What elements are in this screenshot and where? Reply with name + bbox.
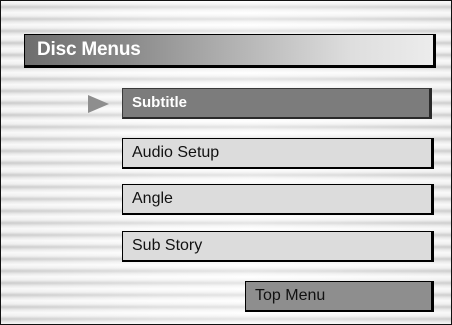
disc-menu-screen: Disc Menus Subtitle Audio Setup Angle Su… (0, 0, 452, 325)
audio-setup-button[interactable]: Audio Setup (122, 138, 434, 169)
sub-story-button[interactable]: Sub Story (122, 231, 434, 262)
page-title: Disc Menus (24, 34, 436, 68)
top-menu-button[interactable]: Top Menu (245, 281, 434, 312)
angle-button[interactable]: Angle (122, 184, 434, 215)
subtitle-button[interactable]: Subtitle (122, 88, 432, 119)
play-arrow-icon (88, 95, 109, 113)
